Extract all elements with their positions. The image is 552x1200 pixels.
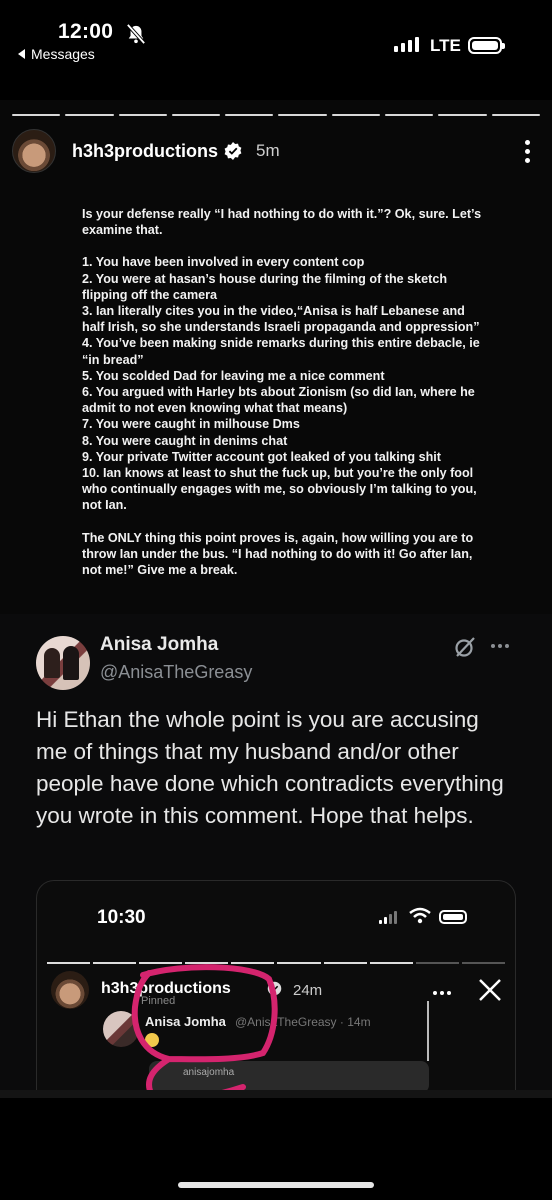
comment-line: 8. You were caught in denims chat xyxy=(82,433,288,448)
nested-comment-name: Anisa Jomha xyxy=(145,1014,226,1029)
grok-icon[interactable] xyxy=(454,636,476,658)
nested-status-time: 10:30 xyxy=(97,907,146,928)
comment-text: Is your defense really “I had nothing to… xyxy=(82,206,482,578)
tweet-author-handle[interactable]: @AnisaTheGreasy xyxy=(100,662,252,683)
comment-line: Is your defense really “I had nothing to… xyxy=(82,207,482,238)
comment-line: 7. You were caught in milhouse Dms xyxy=(82,417,300,432)
story-username[interactable]: h3h3productions xyxy=(72,141,218,162)
more-options-icon[interactable] xyxy=(525,139,530,163)
story-progress-bars xyxy=(12,114,540,116)
comment-line: 4. You’ve been making snide remarks duri… xyxy=(82,336,480,367)
nested-scrollbar xyxy=(427,1001,429,1061)
nested-card-label: anisajomha xyxy=(183,1067,235,1078)
network-type: LTE xyxy=(430,36,461,55)
battery-icon xyxy=(468,37,505,54)
tweet-more-icon[interactable] xyxy=(491,644,509,648)
comment-line: 6. You argued with Harley bts about Zion… xyxy=(82,385,475,416)
comment-line: 1. You have been involved in every conte… xyxy=(82,255,365,270)
nested-comment-handle: @AnisaTheGreasy · 14m xyxy=(235,1015,371,1029)
emoji-icon xyxy=(145,1033,159,1047)
nested-avatar xyxy=(51,971,89,1009)
tweet-author-name[interactable]: Anisa Jomha xyxy=(100,634,218,656)
signal-strength-icon xyxy=(394,37,419,52)
wifi-icon xyxy=(409,907,431,924)
back-to-messages-link[interactable]: Messages xyxy=(18,46,95,62)
tweet-attached-image[interactable]: 10:30 h3h3productions 24m Pinned Anisa J… xyxy=(36,880,516,1090)
nested-story-bars xyxy=(47,962,505,964)
nested-signal-icon xyxy=(379,911,397,924)
comment-line: 9. Your private Twitter account got leak… xyxy=(82,449,441,464)
verified-badge-icon xyxy=(267,981,282,996)
nested-more-icon xyxy=(433,991,451,995)
bell-slash-icon xyxy=(126,24,146,44)
tweet-avatar[interactable] xyxy=(36,636,90,690)
comment-line: The ONLY thing this point proves is, aga… xyxy=(82,530,474,578)
story-header: h3h3productions 5m xyxy=(12,128,540,174)
comment-line: 5. You scolded Dad for leaving me a nice… xyxy=(82,368,385,383)
status-bar: 12:00 Messages LTE xyxy=(0,0,552,100)
avatar[interactable] xyxy=(12,129,56,173)
bottom-divider xyxy=(0,1090,552,1098)
nested-comment-avatar xyxy=(103,1011,139,1047)
bottom-area xyxy=(0,1090,552,1200)
comment-line: 2. You were at hasan’s house during the … xyxy=(82,271,448,302)
shared-screenshot: h3h3productions 5m Is your defense reall… xyxy=(0,100,552,1090)
comment-line: 3. Ian literally cites you in the video,… xyxy=(82,304,480,335)
back-arrow-icon xyxy=(18,49,25,59)
tweet-card: Anisa Jomha @AnisaTheGreasy Hi Ethan the… xyxy=(0,614,552,1090)
home-indicator[interactable] xyxy=(178,1182,374,1188)
close-icon xyxy=(479,979,501,1001)
tweet-body: Hi Ethan the whole point is you are accu… xyxy=(36,707,504,828)
nested-battery-icon xyxy=(439,910,467,924)
verified-badge-icon xyxy=(224,142,242,160)
back-label: Messages xyxy=(31,46,95,62)
nested-pinned-label: Pinned xyxy=(141,995,176,1007)
comment-line: 10. Ian knows at least to shut the fuck … xyxy=(82,466,477,513)
status-time: 12:00 xyxy=(58,20,114,43)
story-age: 5m xyxy=(256,141,280,160)
nested-age: 24m xyxy=(293,982,323,999)
